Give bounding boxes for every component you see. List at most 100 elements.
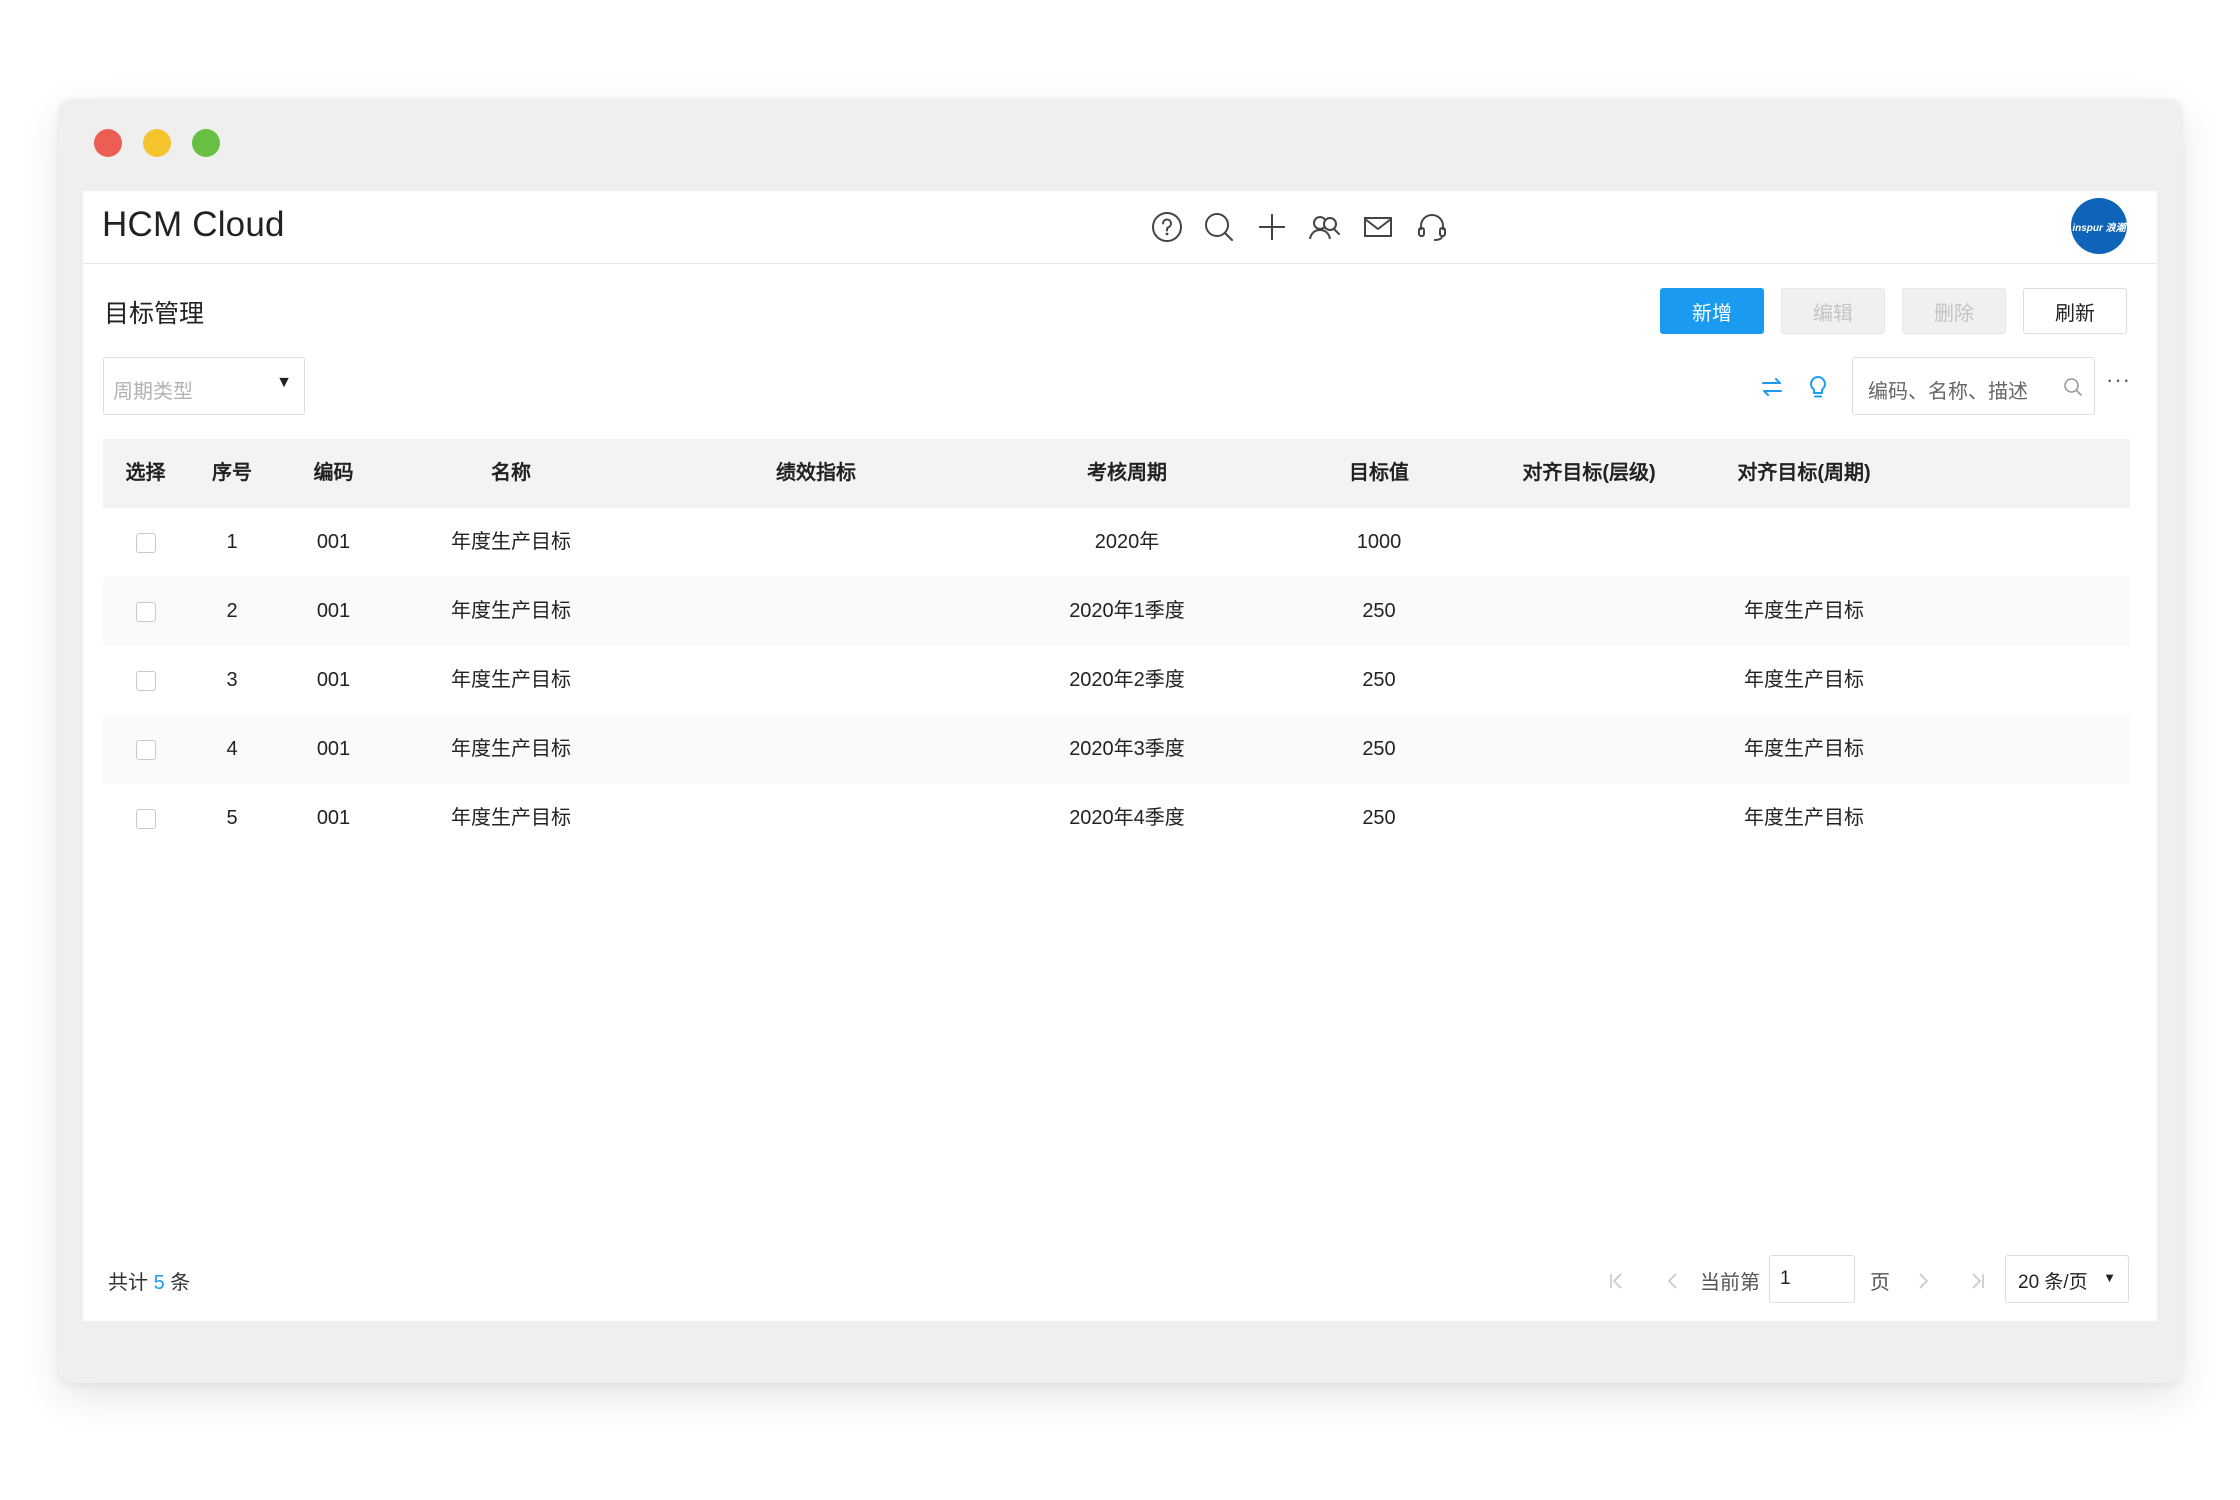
row-kpi xyxy=(631,646,1001,715)
row-select-cell xyxy=(103,646,188,715)
row-align-level xyxy=(1505,715,1673,784)
mail-icon[interactable] xyxy=(1360,209,1396,245)
column-header-select: 选择 xyxy=(125,462,166,484)
row-select-cell xyxy=(103,784,188,853)
search-input[interactable]: 编码、名称、描述 xyxy=(1852,357,2095,415)
row-align-period: 年度生产目标 xyxy=(1744,807,1864,829)
lightbulb-icon[interactable] xyxy=(1804,373,1832,401)
row-no: 4 xyxy=(226,738,238,760)
row-period: 2020年3季度 xyxy=(1069,738,1185,760)
more-options-icon[interactable]: ··· xyxy=(2106,367,2131,393)
page-size-select[interactable]: 20 条/页 ▼ xyxy=(2005,1255,2129,1303)
contacts-icon[interactable] xyxy=(1307,209,1343,245)
column-header-kpi: 绩效指标 xyxy=(776,462,856,484)
top-bar: HCM Cloud inspur 浪潮 xyxy=(83,191,2157,264)
row-align-period xyxy=(1673,508,1935,577)
table-row[interactable]: 3 001 年度生产目标 2020年2季度 250 年度生产目标 xyxy=(103,646,2130,715)
row-code: 001 xyxy=(316,600,351,622)
delete-button[interactable]: 删除 xyxy=(1902,288,2006,334)
total-number: 5 xyxy=(153,1272,165,1294)
row-align-level xyxy=(1505,646,1673,715)
refresh-button[interactable]: 刷新 xyxy=(2023,288,2127,334)
page-number-input[interactable]: 1 xyxy=(1769,1255,1855,1303)
table-row[interactable]: 5 001 年度生产目标 2020年4季度 250 年度生产目标 xyxy=(103,784,2130,853)
prev-page-icon[interactable] xyxy=(1662,1270,1684,1292)
table-row[interactable]: 4 001 年度生产目标 2020年3季度 250 年度生产目标 xyxy=(103,715,2130,784)
period-type-placeholder: 周期类型 xyxy=(113,381,193,403)
support-icon[interactable] xyxy=(1414,209,1450,245)
row-no: 2 xyxy=(226,600,238,622)
window-close-button[interactable] xyxy=(94,129,122,157)
app-content: HCM Cloud inspur 浪潮 目标管理 新增 编辑 删除 刷新 周期类… xyxy=(83,191,2157,1321)
help-icon[interactable] xyxy=(1149,209,1185,245)
add-icon[interactable] xyxy=(1254,209,1290,245)
edit-button[interactable]: 编辑 xyxy=(1781,288,1885,334)
avatar[interactable]: inspur 浪潮 xyxy=(2071,198,2127,254)
switch-icon[interactable] xyxy=(1758,373,1786,401)
row-select-cell xyxy=(103,715,188,784)
row-name: 年度生产目标 xyxy=(451,738,571,760)
row-select-cell xyxy=(103,508,188,577)
window-minimize-button[interactable] xyxy=(143,129,171,157)
column-header-code: 编码 xyxy=(313,462,354,484)
row-kpi xyxy=(631,508,1001,577)
row-align-period: 年度生产目标 xyxy=(1744,738,1864,760)
total-count: 共计 5 条 xyxy=(108,1266,190,1295)
row-period: 2020年4季度 xyxy=(1069,807,1185,829)
row-target: 250 xyxy=(1362,669,1396,691)
row-code: 001 xyxy=(316,669,351,691)
row-checkbox[interactable] xyxy=(135,670,156,691)
row-target: 250 xyxy=(1362,738,1396,760)
row-target: 250 xyxy=(1362,600,1396,622)
search-placeholder: 编码、名称、描述 xyxy=(1868,381,2028,403)
row-align-level xyxy=(1505,784,1673,853)
caret-down-icon: ▼ xyxy=(2103,1270,2116,1285)
current-page-label: 当前第 xyxy=(1700,1272,1760,1294)
table-header: 选择 序号 编码 名称 绩效指标 考核周期 目标值 对齐目标(层级) 对齐目标(… xyxy=(103,439,2130,508)
row-code: 001 xyxy=(316,531,351,553)
column-header-no: 序号 xyxy=(212,462,252,484)
row-no: 5 xyxy=(226,807,238,829)
search-icon[interactable] xyxy=(1201,209,1237,245)
row-kpi xyxy=(631,715,1001,784)
caret-down-icon: ▼ xyxy=(276,374,292,391)
row-code: 001 xyxy=(316,807,351,829)
column-header-align-period: 对齐目标(周期) xyxy=(1737,462,1871,484)
column-header-name: 名称 xyxy=(491,462,531,484)
page-title: 目标管理 xyxy=(104,300,205,328)
row-checkbox[interactable] xyxy=(135,739,156,760)
row-align-level xyxy=(1505,508,1673,577)
total-prefix: 共计 xyxy=(108,1272,148,1294)
table-row[interactable]: 1 001 年度生产目标 2020年 1000 xyxy=(103,508,2130,577)
row-code: 001 xyxy=(316,738,351,760)
first-page-icon[interactable] xyxy=(1606,1270,1628,1292)
app-window: HCM Cloud inspur 浪潮 目标管理 新增 编辑 删除 刷新 周期类… xyxy=(59,99,2182,1383)
row-period: 2020年 xyxy=(1094,531,1160,553)
app-title: HCM Cloud xyxy=(102,205,285,244)
row-checkbox[interactable] xyxy=(135,532,156,553)
row-period: 2020年2季度 xyxy=(1069,669,1185,691)
row-align-period: 年度生产目标 xyxy=(1744,600,1864,622)
row-checkbox[interactable] xyxy=(135,601,156,622)
row-kpi xyxy=(631,784,1001,853)
row-period: 2020年1季度 xyxy=(1069,600,1185,622)
last-page-icon[interactable] xyxy=(1966,1270,1988,1292)
page-size-value: 20 条/页 xyxy=(2018,1272,2088,1293)
row-target: 250 xyxy=(1362,807,1396,829)
search-field-icon[interactable] xyxy=(2062,376,2084,398)
next-page-icon[interactable] xyxy=(1912,1270,1934,1292)
row-select-cell xyxy=(103,577,188,646)
row-name: 年度生产目标 xyxy=(451,531,571,553)
column-header-period: 考核周期 xyxy=(1087,462,1167,484)
period-type-select[interactable]: 周期类型 ▼ xyxy=(103,357,305,415)
window-maximize-button[interactable] xyxy=(192,129,220,157)
row-checkbox[interactable] xyxy=(135,808,156,829)
row-no: 1 xyxy=(226,531,238,553)
row-target: 1000 xyxy=(1356,531,1402,553)
row-align-level xyxy=(1505,577,1673,646)
row-align-period: 年度生产目标 xyxy=(1744,669,1864,691)
add-button[interactable]: 新增 xyxy=(1660,288,1764,334)
column-header-target: 目标值 xyxy=(1349,462,1409,484)
table-row[interactable]: 2 001 年度生产目标 2020年1季度 250 年度生产目标 xyxy=(103,577,2130,646)
data-table: 选择 序号 编码 名称 绩效指标 考核周期 目标值 对齐目标(层级) 对齐目标(… xyxy=(103,439,2130,853)
